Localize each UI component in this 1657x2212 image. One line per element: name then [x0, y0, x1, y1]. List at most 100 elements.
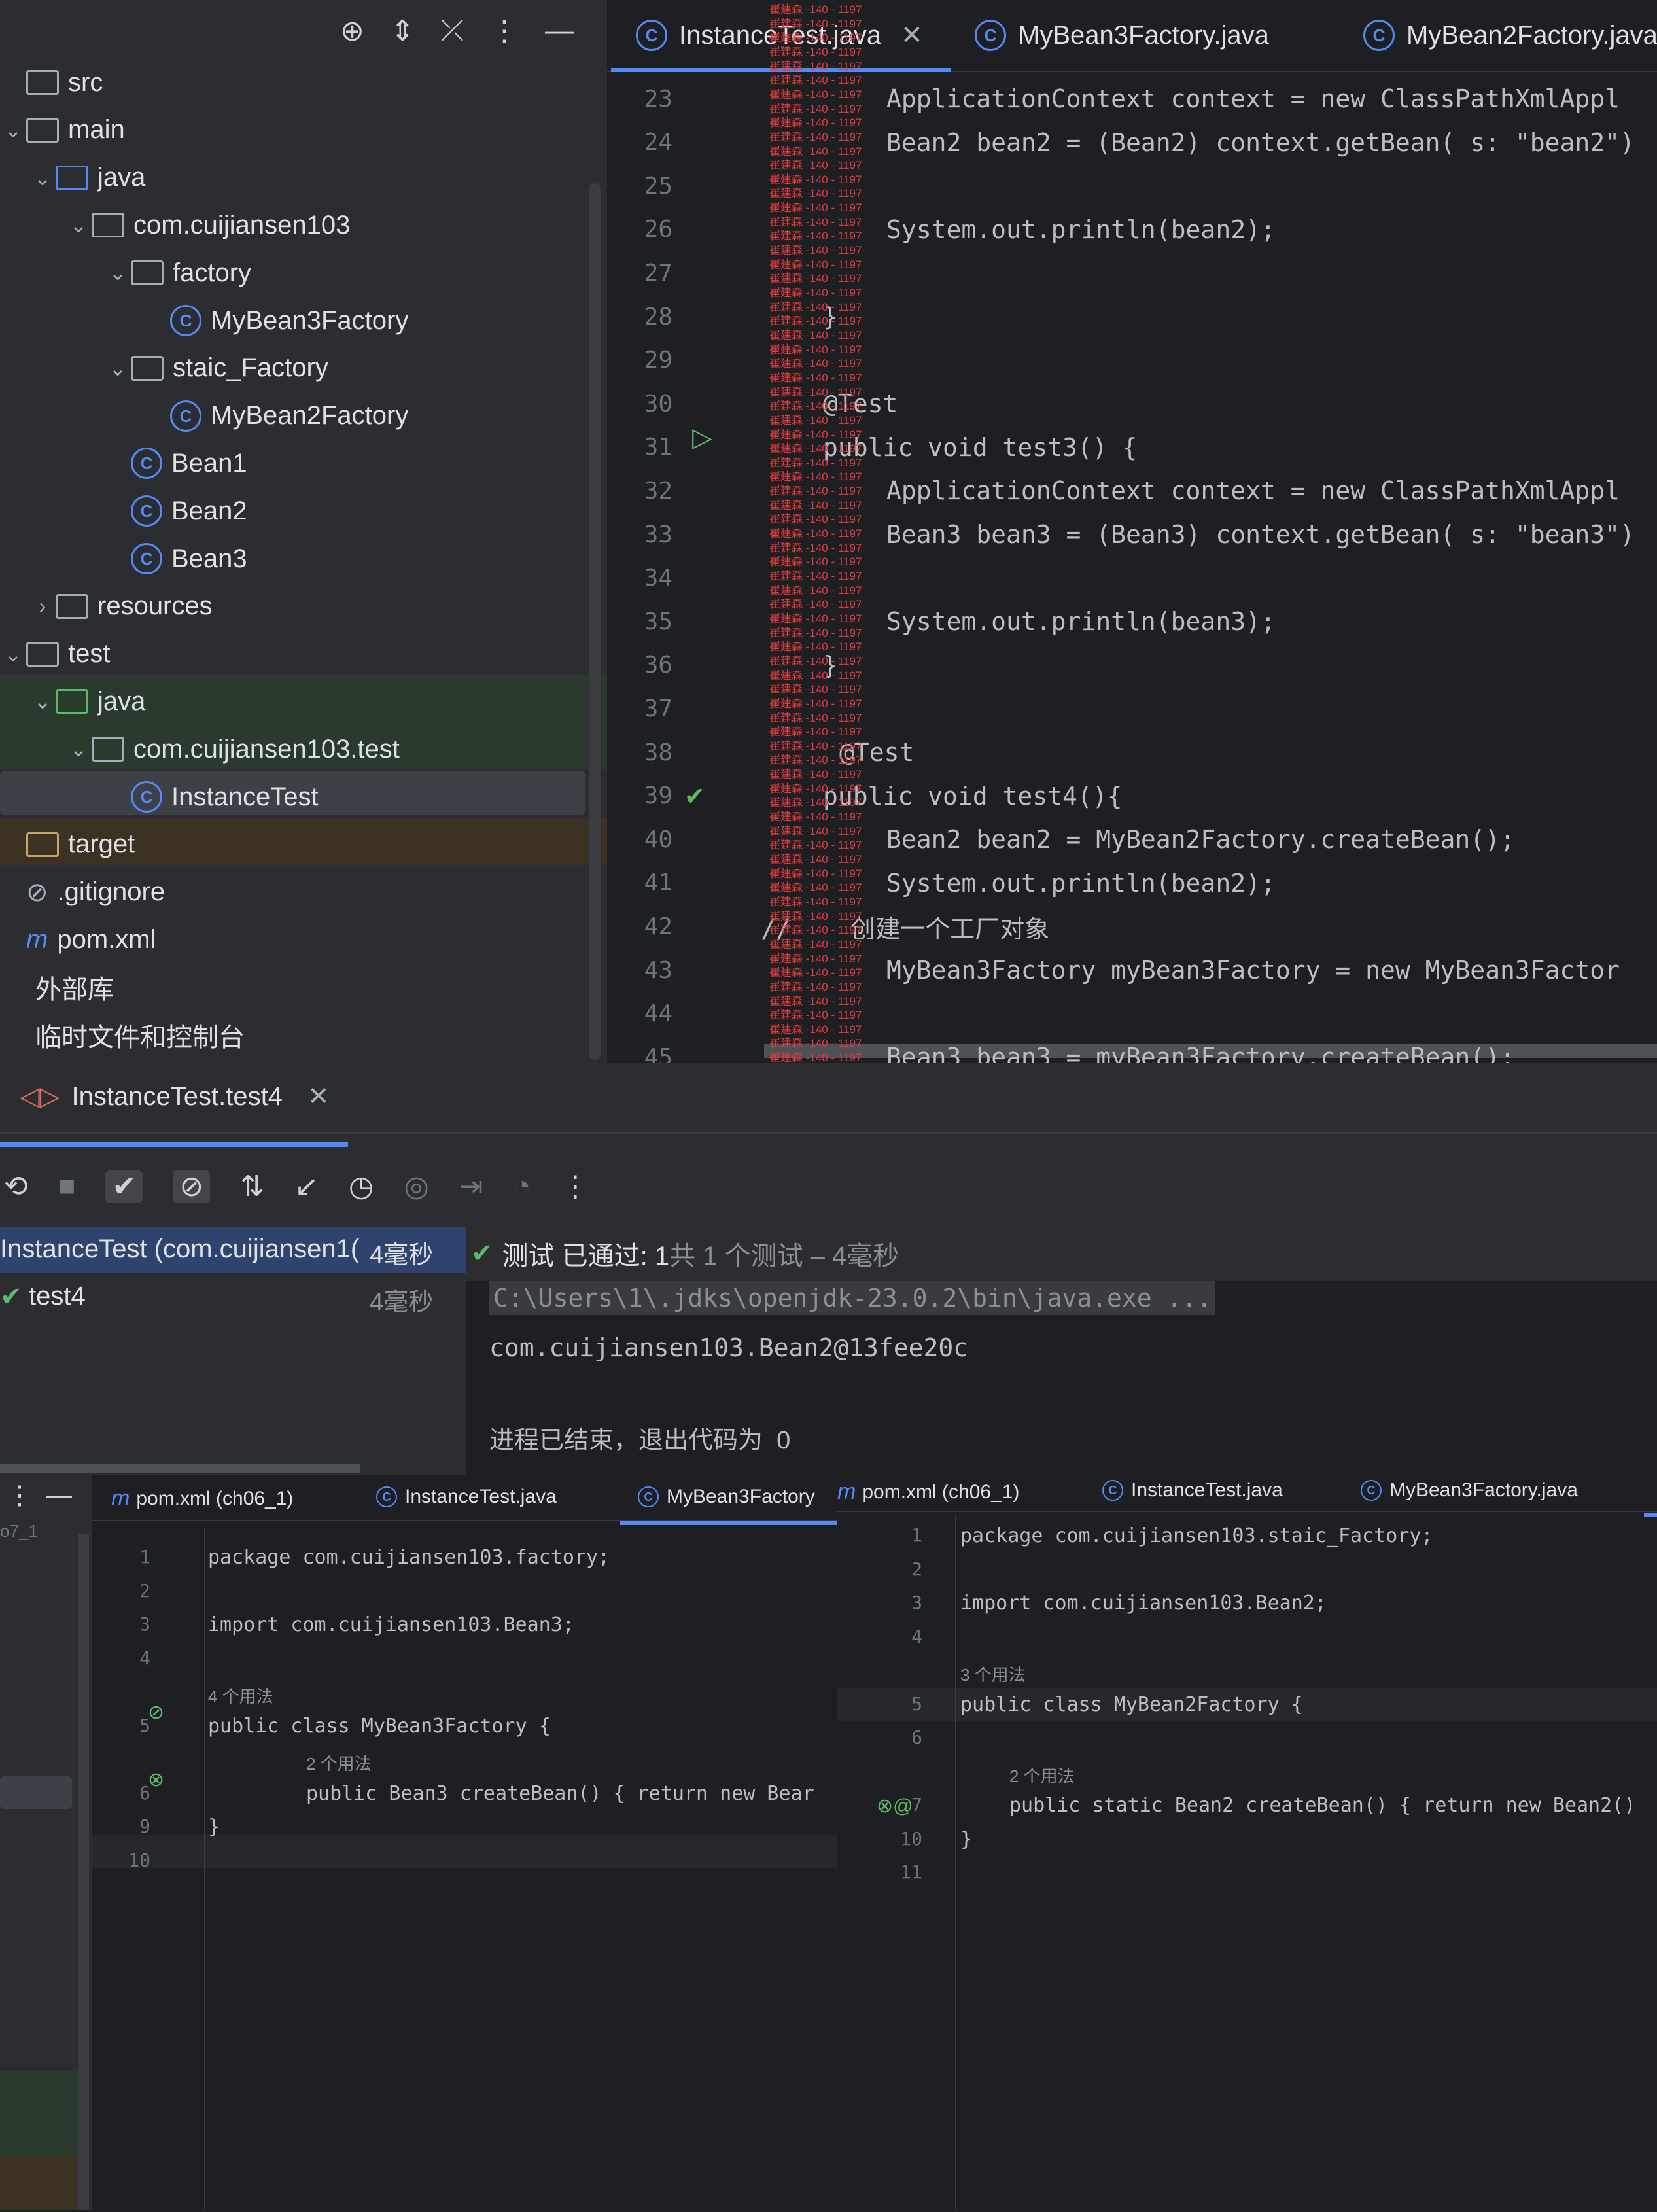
tree-item[interactable]: ⌄ com.cuijiansen103 [0, 202, 607, 249]
tree-item[interactable]: C Bean2 [0, 487, 607, 535]
code-line[interactable]: 44 [607, 992, 1657, 1036]
tab-mybean2factory[interactable]: C MyBean2Factory.java [1363, 0, 1657, 71]
tree-item[interactable]: 临时文件和控制台 [0, 1011, 607, 1059]
tree-item[interactable]: › resources [0, 583, 607, 630]
test-root-row[interactable]: InstanceTest (com.cuijiansen1( 4毫秒 [0, 1227, 466, 1273]
tree-item[interactable]: 外部库 [0, 964, 607, 1011]
history-icon[interactable]: ◷ [349, 1170, 374, 1203]
chevron-icon[interactable]: ⌄ [0, 642, 26, 667]
code-line[interactable]: 26 System.out.println(bean2); [607, 208, 1657, 251]
tab-instance-test[interactable]: C InstanceTest.java [376, 1486, 557, 1508]
tree-item[interactable]: ⌄ test [0, 631, 607, 678]
tree-item[interactable]: ⌄ main [0, 107, 607, 154]
chevron-icon[interactable]: ⌄ [65, 737, 92, 762]
minimize-icon[interactable]: — [545, 14, 574, 48]
code-line[interactable]: 30 @Test [607, 382, 1657, 425]
tree-item[interactable]: C InstanceTest [0, 773, 607, 820]
chevron-icon[interactable]: ⌄ [29, 689, 56, 714]
project-panel: ⊕ ⇕ ⤫ ⋮ — src ⌄ main ⌄ java ⌄ com.cuijiansen10… [0, 0, 607, 1063]
tab-pom-xml[interactable]: m pom.xml (ch06_1) [111, 1486, 293, 1511]
show-ignored-icon[interactable]: ⊘ [173, 1169, 211, 1203]
tree-item[interactable]: ⌄ java [0, 154, 607, 202]
code-line[interactable]: 31 public void test3() { [607, 426, 1657, 469]
code-line[interactable]: 23 ApplicationContext context = new Class… [607, 77, 1657, 120]
export-icon[interactable]: ⇥ [459, 1170, 483, 1203]
bottom-left-tab-bar: m pom.xml (ch06_1) C InstanceTest.java C… [92, 1475, 837, 1525]
code-line[interactable]: 45 Bean3 bean3 = myBean3Factory.createBea… [607, 1036, 1657, 1063]
run-tab[interactable]: ◁▷ InstanceTest.test4 ✕ [20, 1081, 329, 1112]
tab-mybean3factory[interactable]: C MyBean3Factory.java [975, 0, 1269, 71]
code-line[interactable]: 27 [607, 251, 1657, 294]
tree-item[interactable]: ⌄ java [0, 678, 607, 725]
code-line[interactable]: 39 public void test4(){ [607, 775, 1657, 818]
show-passed-icon[interactable]: ✔ [105, 1169, 143, 1203]
side-selected-row[interactable] [0, 1776, 72, 1809]
camera-icon[interactable]: ◎ [404, 1170, 428, 1203]
line-number: 38 [644, 739, 672, 766]
target-icon[interactable]: ⊕ [340, 14, 364, 48]
line-number: 11 [900, 1861, 922, 1883]
tree-item[interactable]: ⌄ factory [0, 249, 607, 296]
rerun-icon[interactable]: ⟲ [4, 1170, 28, 1203]
code-line[interactable]: 35 System.out.println(bean3); [607, 600, 1657, 643]
expand-icon[interactable]: ⇕ [391, 14, 415, 48]
stop-icon[interactable]: ■ [58, 1170, 76, 1203]
tree-item[interactable]: ⌄ staic_Factory [0, 345, 607, 392]
tree-item[interactable]: ⌄ com.cuijiansen103.test [0, 726, 607, 773]
tab-mybean3factory[interactable]: C MyBean3Factory.java [1361, 1479, 1578, 1501]
code-line[interactable]: 36} [607, 644, 1657, 687]
tree-item[interactable]: target [0, 821, 607, 868]
code-text: ApplicationContext context = new ClassPa… [886, 476, 1620, 506]
gauge-icon[interactable]: ◔ [514, 1170, 531, 1203]
minimize-icon[interactable]: — [46, 1481, 72, 1510]
code-line[interactable]: 43 MyBean3Factory myBean3Factory = new My… [607, 949, 1657, 992]
chevron-icon[interactable]: ⌄ [105, 356, 131, 381]
code-line[interactable]: 42// 创建一个工厂对象 [607, 905, 1657, 948]
tab-pom-xml[interactable]: m pom.xml (ch06_1) [837, 1479, 1019, 1505]
tab-instance-test[interactable]: C InstanceTest.java [1102, 1479, 1283, 1501]
code-line[interactable]: 37 [607, 687, 1657, 730]
tree-item[interactable]: ⊘ .gitignore [0, 869, 607, 916]
line-number: 2 [911, 1558, 922, 1580]
more-icon[interactable]: ⋮ [561, 1170, 589, 1203]
tree-item[interactable]: src [0, 59, 607, 106]
console-output[interactable]: C:\Users\1\.jdks\openjdk-23.0.2\bin\java… [466, 1281, 1657, 1475]
tree-item[interactable]: C Bean1 [0, 440, 607, 487]
code-line[interactable]: 40 Bean2 bean2 = MyBean2Factory.createBea… [607, 818, 1657, 861]
tree-item-label: main [68, 115, 125, 145]
sort-icon[interactable]: ⇅ [240, 1170, 264, 1203]
close-icon[interactable]: ✕ [901, 20, 923, 50]
import-icon[interactable]: ↙ [294, 1170, 319, 1203]
side-scrollbar[interactable] [78, 1534, 89, 2210]
code-line[interactable]: 28} [607, 295, 1657, 338]
tree-item-label: target [68, 830, 135, 859]
code-line[interactable]: 33 Bean3 bean3 = (Bean3) context.getBean(… [607, 513, 1657, 556]
chevron-icon[interactable]: ⌄ [65, 213, 92, 237]
close-icon[interactable]: ✕ [307, 1081, 330, 1112]
tree-item[interactable]: m pom.xml [0, 916, 607, 963]
tree-item-label: factory [173, 258, 252, 287]
bottom-left-editor: m pom.xml (ch06_1) C InstanceTest.java C… [92, 1475, 837, 2210]
code-line[interactable]: 29 [607, 339, 1657, 382]
chevron-icon[interactable]: ⌄ [0, 118, 26, 143]
code-line[interactable]: 32 ApplicationContext context = new Class… [607, 469, 1657, 512]
chevron-icon[interactable]: ⌄ [105, 260, 131, 285]
test-run-icon: ◁▷ [20, 1082, 60, 1111]
code-line[interactable]: 38 @Test [607, 731, 1657, 774]
test-row[interactable]: ✔ test4 4毫秒 [0, 1274, 466, 1320]
more-icon[interactable]: ⋮ [7, 1481, 33, 1511]
more-icon[interactable]: ⋮ [490, 14, 519, 48]
line-number: 42 [644, 913, 672, 940]
chevron-icon[interactable]: ⌄ [29, 166, 56, 190]
code-line[interactable]: 24 Bean2 bean2 = (Bean2) context.getBean(… [607, 121, 1657, 164]
tree-item[interactable]: C MyBean2Factory [0, 393, 607, 440]
code-line[interactable]: 34 [607, 557, 1657, 600]
code-line[interactable]: 25 [607, 164, 1657, 207]
chevron-icon[interactable]: › [29, 594, 56, 618]
test-tree-scrollbar[interactable] [0, 1464, 360, 1473]
tree-item[interactable]: C MyBean3Factory [0, 297, 607, 344]
code-line[interactable]: 41 System.out.println(bean2); [607, 862, 1657, 905]
tab-mybean3factory[interactable]: C MyBean3Factory [638, 1486, 815, 1508]
tree-item[interactable]: C Bean3 [0, 535, 607, 582]
collapse-icon[interactable]: ⤫ [441, 14, 464, 48]
